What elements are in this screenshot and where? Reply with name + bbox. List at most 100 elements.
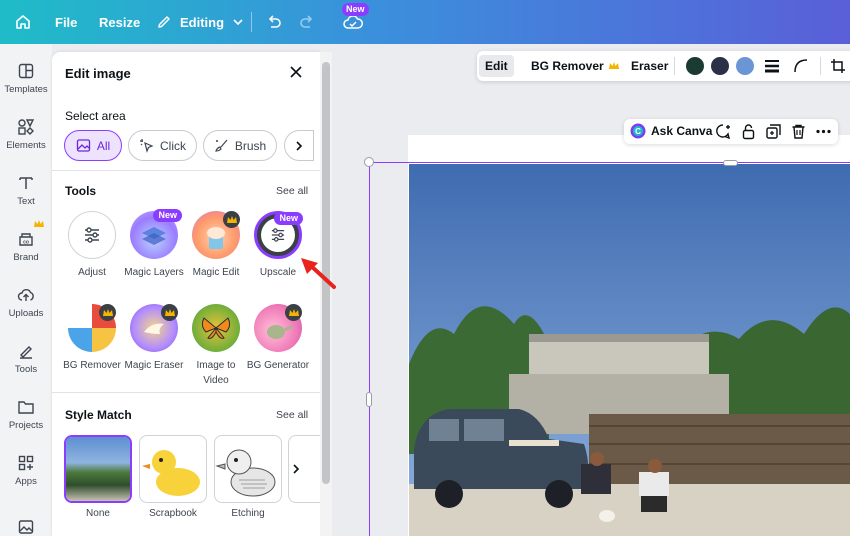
color-swatch-2[interactable]	[711, 57, 729, 75]
style-label: Etching	[231, 508, 265, 519]
style-see-all-link[interactable]: See all	[276, 409, 308, 421]
tool-adjust[interactable]: Adjust	[59, 211, 125, 280]
svg-text:C: C	[635, 127, 641, 136]
tool-magic-layers[interactable]: New Magic Layers	[121, 209, 187, 280]
close-icon	[290, 66, 302, 78]
element-floating-toolbar: C Ask Canva	[624, 119, 838, 144]
magic-edit-thumb	[192, 211, 240, 259]
rail-label: Projects	[8, 420, 44, 431]
resize-handle-top[interactable]	[723, 160, 738, 166]
rail-item-elements[interactable]: Elements	[0, 118, 52, 151]
tool-label: BG Generator	[246, 360, 310, 371]
magic-click-icon	[140, 139, 154, 153]
style-card-scrapbook[interactable]	[139, 435, 207, 503]
chip-brush[interactable]: Brush	[203, 130, 277, 161]
new-badge: New	[153, 209, 182, 222]
redo-icon	[300, 15, 313, 28]
premium-badge	[161, 304, 178, 321]
more-options-button[interactable]	[815, 123, 832, 140]
redo-button[interactable]	[298, 0, 316, 44]
apps-icon	[18, 455, 34, 471]
canva-assistant-icon: C	[630, 123, 646, 139]
editing-label: Editing	[180, 14, 225, 30]
close-button[interactable]	[288, 64, 304, 80]
tool-image-to-video[interactable]: Image to Video	[183, 304, 249, 388]
style-card-etching[interactable]	[214, 435, 282, 503]
duplicate-button[interactable]	[765, 123, 782, 140]
rail-item-tools[interactable]: Tools	[0, 342, 52, 375]
border-style-button[interactable]	[764, 51, 780, 81]
chip-label: All	[96, 138, 111, 153]
crown-icon	[608, 62, 619, 69]
tools-see-all-link[interactable]: See all	[276, 185, 308, 197]
chips-next-button[interactable]	[284, 130, 314, 161]
style-card-none[interactable]	[64, 435, 132, 503]
tool-label: Magic Edit	[192, 267, 240, 278]
bg-generator-thumb	[254, 304, 302, 352]
color-swatch-3[interactable]	[736, 57, 754, 75]
tool-label: Magic Eraser	[124, 360, 184, 371]
chip-click[interactable]: Click	[128, 130, 197, 161]
top-bar: File Resize Editing New	[0, 0, 850, 44]
edit-button[interactable]: Edit	[479, 55, 514, 77]
resize-handle-top-left[interactable]	[364, 157, 374, 167]
tool-label: Magic Layers	[124, 267, 184, 278]
home-button[interactable]	[14, 0, 32, 44]
rail-item-templates[interactable]: Templates	[0, 62, 52, 95]
more-icon	[816, 129, 831, 134]
new-badge: New	[342, 3, 369, 16]
file-menu[interactable]: File	[55, 0, 77, 44]
chip-all[interactable]: All	[64, 130, 122, 161]
resize-button[interactable]: Resize	[99, 0, 140, 44]
crown-icon	[164, 308, 175, 316]
tool-label: Adjust	[78, 267, 106, 278]
tool-bg-generator[interactable]: BG Generator	[245, 304, 311, 373]
tool-bg-remover[interactable]: BG Remover	[59, 304, 125, 373]
delete-button[interactable]	[790, 123, 807, 140]
edit-image-panel: Edit image Select area All Click Brush T…	[52, 52, 320, 536]
bg-remover-button[interactable]: BG Remover	[531, 51, 619, 81]
color-swatch-1[interactable]	[686, 57, 704, 75]
editing-mode-button[interactable]: Editing	[156, 0, 244, 44]
tool-magic-edit[interactable]: Magic Edit	[183, 211, 249, 280]
rail-label: Elements	[6, 140, 46, 151]
duck-icon	[142, 450, 200, 496]
rail-item-uploads[interactable]: Uploads	[0, 286, 52, 319]
style-label: Scrapbook	[149, 508, 197, 519]
rail-item-text[interactable]: Text	[0, 174, 52, 207]
templates-icon	[18, 63, 34, 79]
rail-item-projects[interactable]: Projects	[0, 398, 52, 431]
lock-button[interactable]	[740, 123, 757, 140]
comment-button[interactable]	[715, 123, 732, 140]
tool-magic-eraser[interactable]: Magic Eraser	[121, 304, 187, 373]
styles-next-button[interactable]	[288, 435, 320, 503]
rail-item-apps[interactable]: Apps	[0, 454, 52, 487]
corner-rounding-button[interactable]	[793, 51, 809, 81]
bg-remover-label: BG Remover	[531, 59, 604, 73]
tools-heading: Tools	[65, 184, 97, 198]
annotation-arrow	[301, 258, 336, 289]
left-rail: Templates Elements Text co Brand Uploads…	[0, 44, 52, 536]
rail-item-photos[interactable]	[0, 518, 52, 536]
ask-canva-button[interactable]: C Ask Canva	[630, 123, 712, 139]
chevron-down-icon	[233, 19, 243, 26]
elements-icon	[18, 119, 35, 135]
sliders-icon	[85, 227, 99, 243]
resize-handle-left[interactable]	[366, 392, 372, 407]
rail-item-brand[interactable]: co Brand	[0, 230, 52, 263]
toolbar-divider	[674, 57, 675, 75]
butterfly-icon	[201, 317, 231, 339]
magic-eraser-thumb	[130, 304, 178, 352]
tool-label: Image to Video	[196, 360, 236, 386]
tool-label: BG Remover	[63, 360, 121, 371]
adjust-thumb	[68, 211, 116, 259]
bg-remover-thumb	[68, 304, 116, 352]
rail-label: Templates	[4, 84, 48, 95]
crop-button[interactable]	[830, 51, 846, 81]
undo-button[interactable]	[265, 0, 283, 44]
crown-icon	[34, 220, 44, 227]
eraser-button[interactable]: Eraser	[631, 51, 668, 81]
upscale-thumb: New	[254, 211, 303, 259]
magic-layers-thumb: New	[130, 209, 182, 259]
crop-icon	[831, 59, 845, 73]
